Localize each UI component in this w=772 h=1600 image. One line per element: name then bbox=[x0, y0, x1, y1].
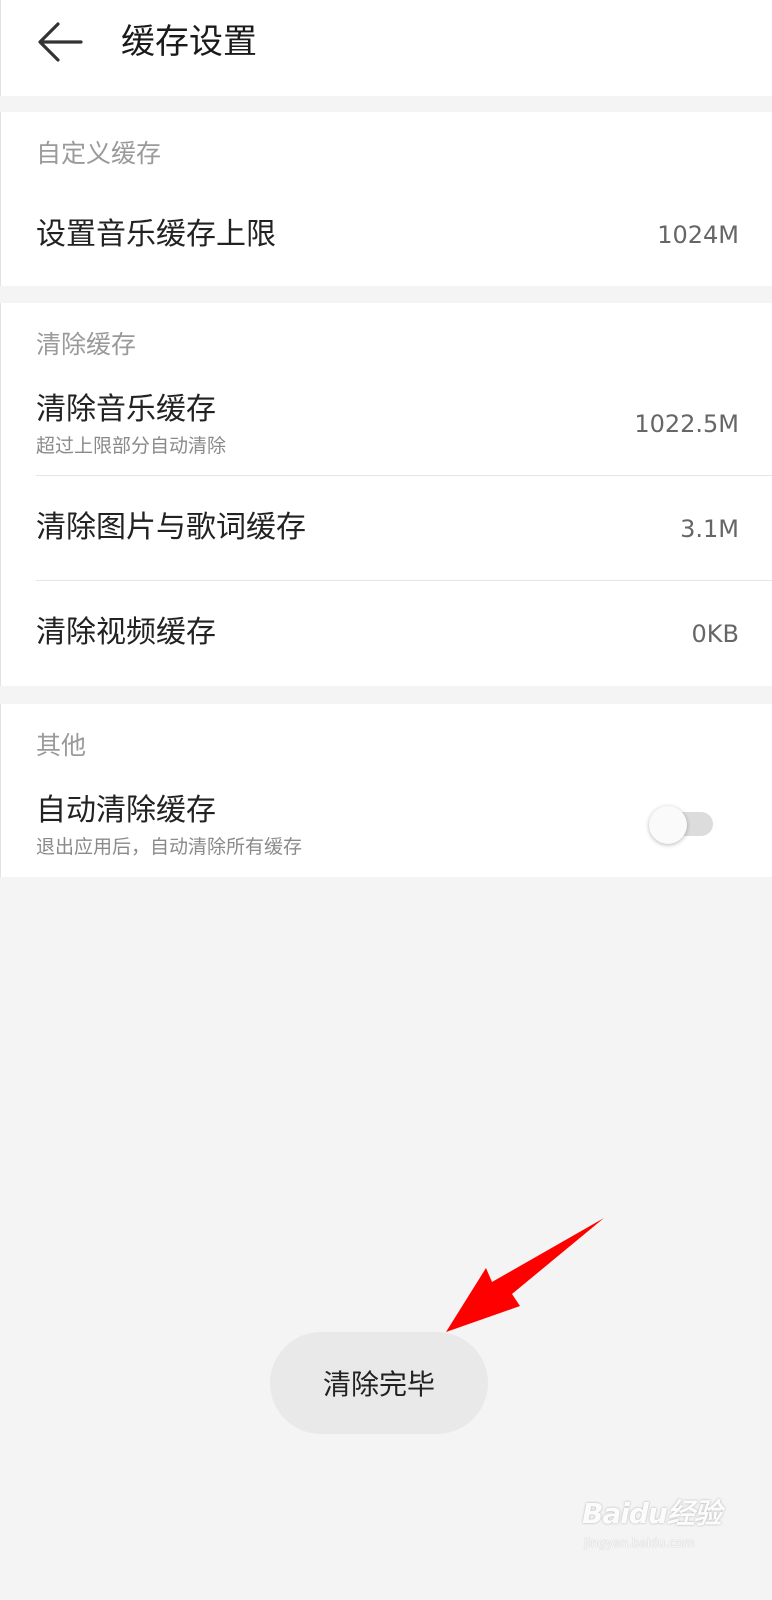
title-bar: 缓存设置 bbox=[0, 0, 772, 96]
clear-music-cache-value: 1022.5M bbox=[634, 410, 739, 438]
auto-clear-cache-row[interactable]: 自动清除缓存 退出应用后，自动清除所有缓存 bbox=[1, 784, 772, 876]
toast-text: 清除完毕 bbox=[322, 1368, 435, 1401]
clear-music-cache-title: 清除音乐缓存 bbox=[36, 392, 216, 427]
back-button[interactable] bbox=[31, 16, 91, 72]
clear-video-cache-title: 清除视频缓存 bbox=[36, 615, 216, 650]
toast-message: 清除完毕 bbox=[270, 1332, 488, 1434]
clear-images-lyrics-cache-value: 3.1M bbox=[680, 515, 739, 543]
music-cache-limit-title: 设置音乐缓存上限 bbox=[36, 217, 276, 252]
section-clear-cache: 清除缓存 清除音乐缓存 超过上限部分自动清除 1022.5M 清除图片与歌词缓存… bbox=[0, 303, 772, 686]
clear-video-cache-row[interactable]: 清除视频缓存 0KB bbox=[1, 581, 772, 685]
clear-music-cache-row[interactable]: 清除音乐缓存 超过上限部分自动清除 1022.5M bbox=[1, 379, 772, 475]
red-arrow-annotation bbox=[446, 1218, 604, 1332]
music-cache-limit-value: 1024M bbox=[657, 221, 739, 249]
clear-music-cache-subtitle: 超过上限部分自动清除 bbox=[36, 435, 227, 457]
clear-images-lyrics-cache-row[interactable]: 清除图片与歌词缓存 3.1M bbox=[1, 476, 772, 580]
clear-video-cache-value: 0KB bbox=[691, 620, 739, 648]
music-cache-limit-row[interactable]: 设置音乐缓存上限 1024M bbox=[1, 196, 772, 276]
watermark-subtext: jingyan.baidu.com bbox=[584, 1536, 695, 1550]
clear-images-lyrics-cache-title: 清除图片与歌词缓存 bbox=[36, 510, 306, 545]
arrow-left-icon bbox=[38, 22, 83, 62]
section-label-clear: 清除缓存 bbox=[36, 330, 137, 359]
auto-clear-cache-subtitle: 退出应用后，自动清除所有缓存 bbox=[36, 836, 303, 858]
auto-clear-cache-title: 自动清除缓存 bbox=[36, 793, 216, 828]
section-other: 其他 自动清除缓存 退出应用后，自动清除所有缓存 bbox=[0, 704, 772, 877]
auto-clear-cache-toggle[interactable] bbox=[649, 806, 715, 844]
toggle-knob bbox=[649, 806, 687, 844]
section-label-other: 其他 bbox=[36, 731, 87, 760]
page-title: 缓存设置 bbox=[121, 22, 257, 62]
section-label-custom: 自定义缓存 bbox=[36, 139, 162, 168]
section-custom-cache: 自定义缓存 设置音乐缓存上限 1024M bbox=[0, 112, 772, 286]
watermark-text: Baidu经验 bbox=[582, 1497, 722, 1530]
baidu-watermark-logo: Baidu经验 jingyan.baidu.com bbox=[582, 1484, 732, 1550]
